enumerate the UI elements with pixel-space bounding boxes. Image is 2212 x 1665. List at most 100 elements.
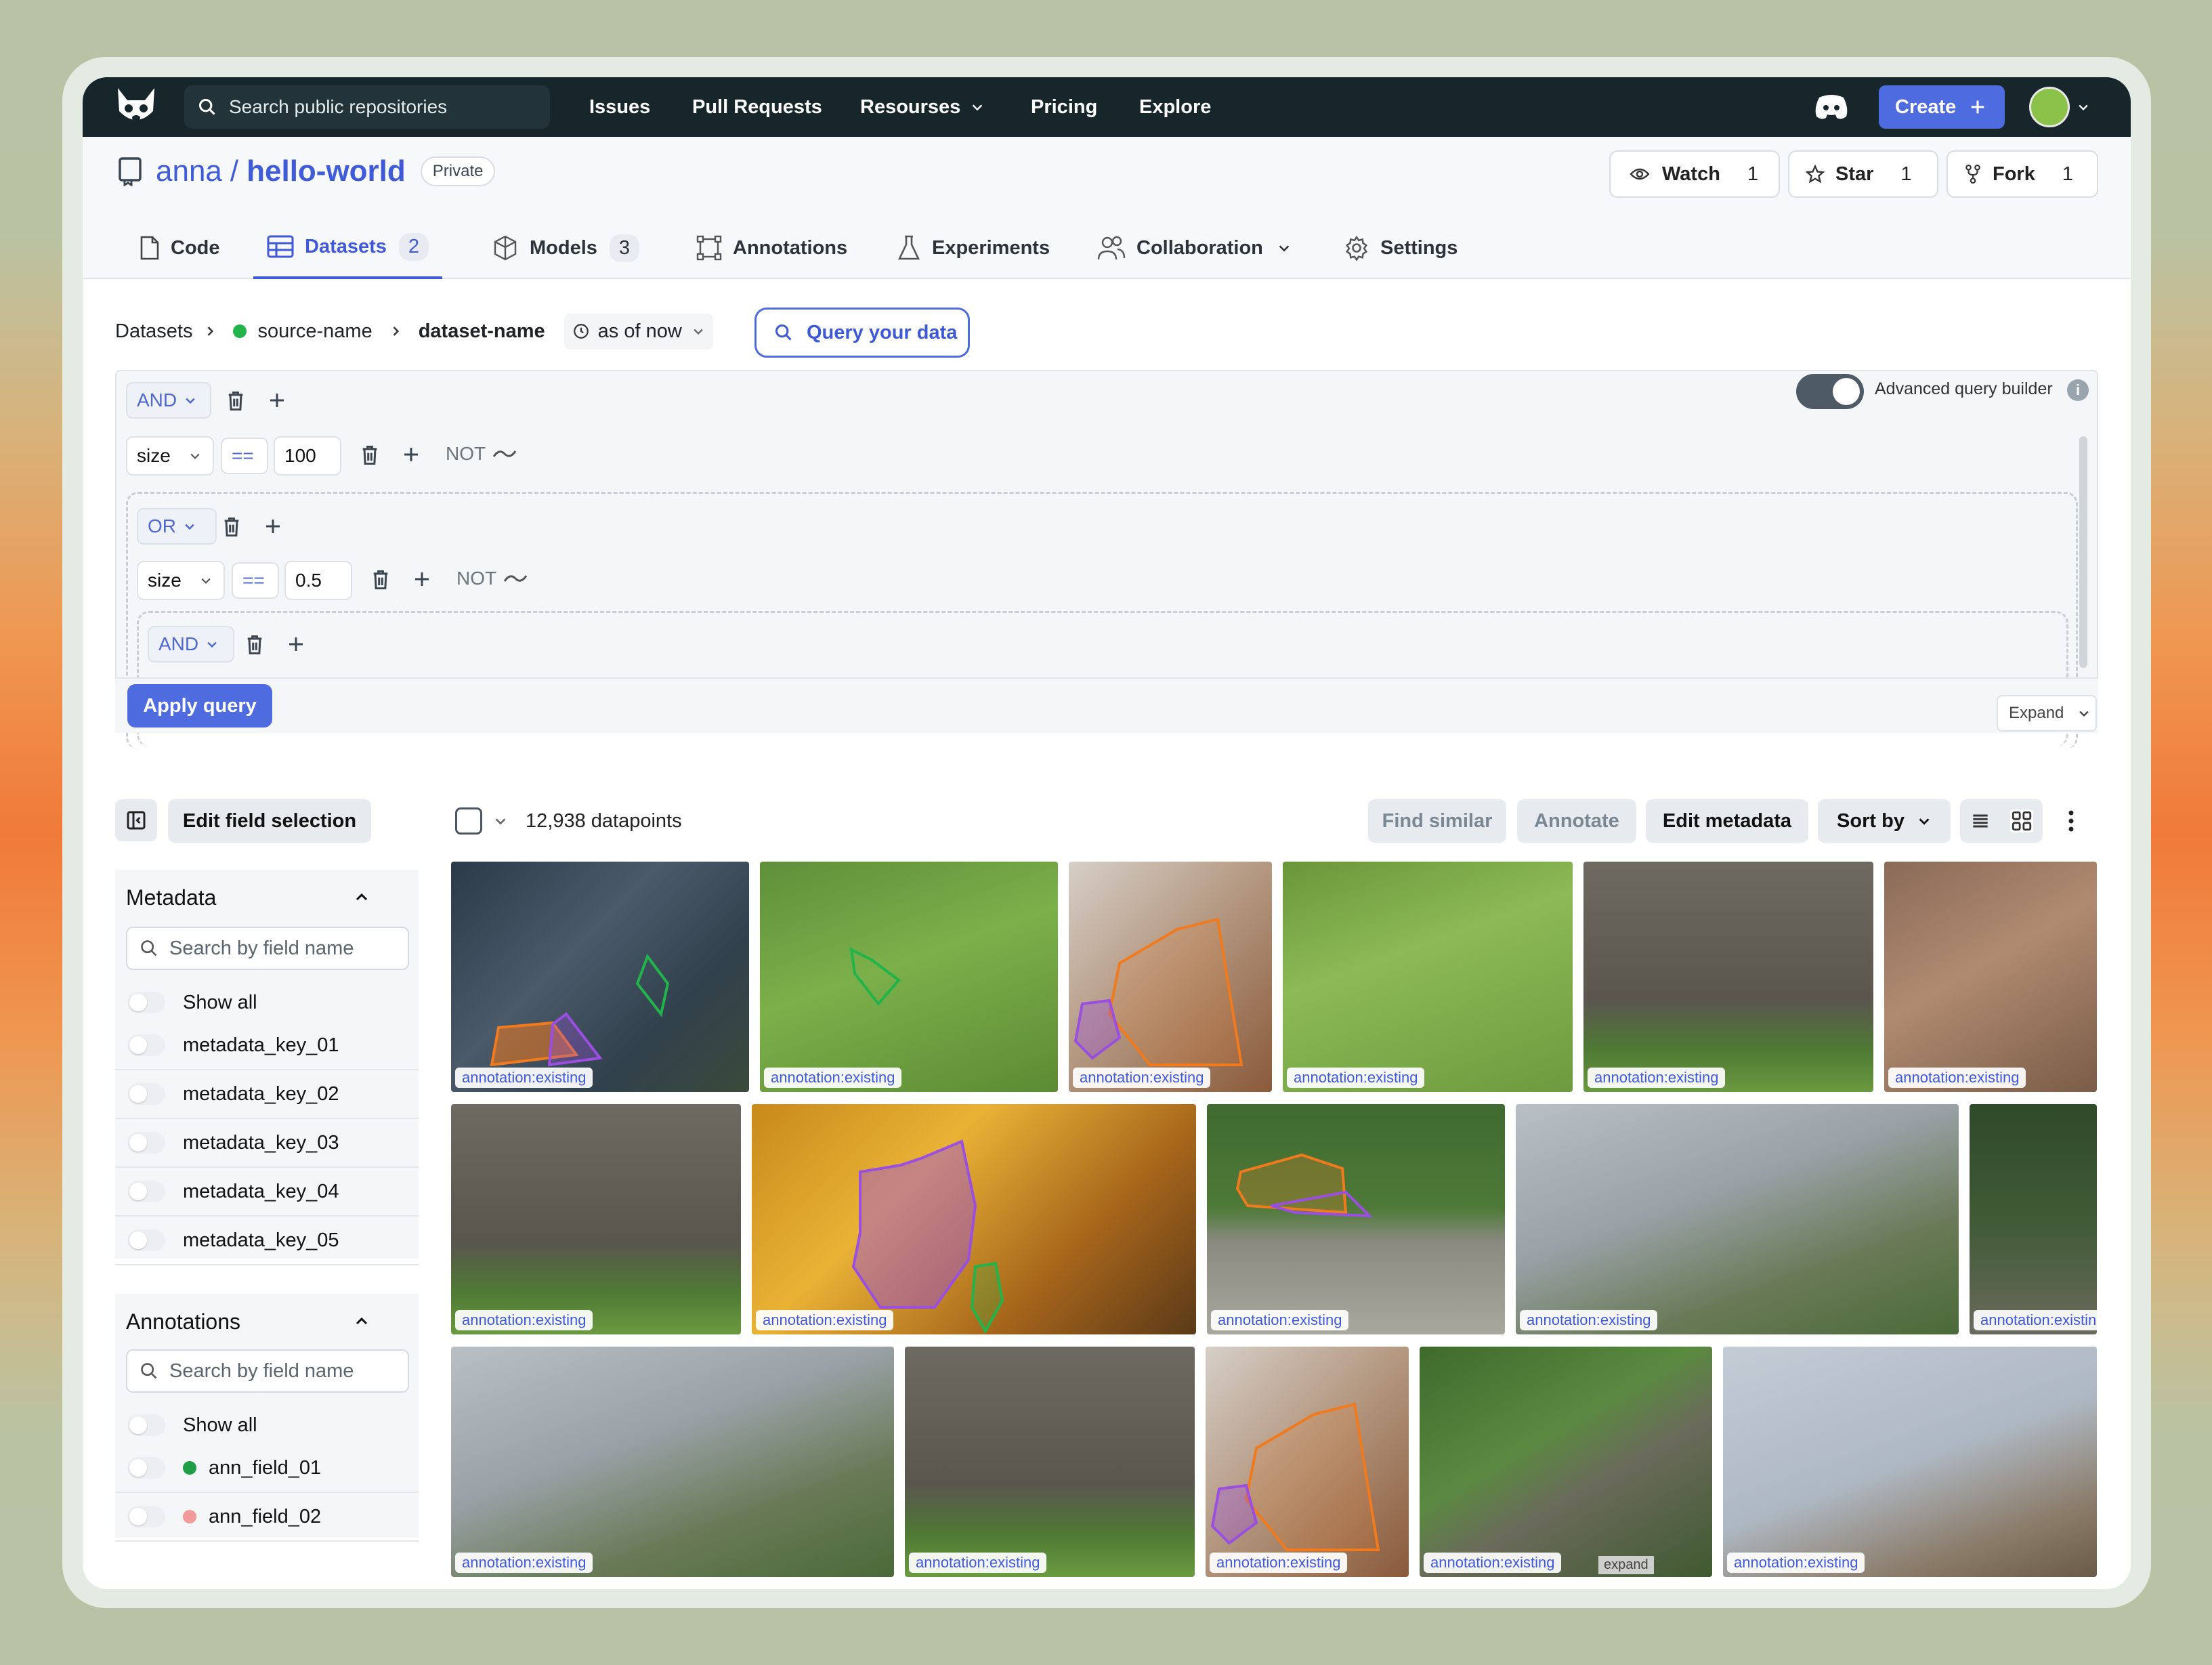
trash-icon[interactable] [245,634,264,656]
user-avatar[interactable] [2029,87,2070,127]
plus-icon[interactable] [286,634,306,654]
query-scrollbar[interactable] [2079,436,2087,668]
not-toggle[interactable]: NOT [456,568,528,589]
operator-select[interactable]: == [232,562,279,599]
plus-icon[interactable] [263,516,283,536]
edit-field-selection-button[interactable]: Edit field selection [168,799,371,843]
image-tile[interactable]: annotation:existing [752,1104,1196,1334]
annotations-show-all[interactable]: Show all [115,1401,419,1450]
value-input[interactable]: 0.5 [284,561,352,600]
nav-pull-requests[interactable]: Pull Requests [692,77,822,137]
plus-icon[interactable] [267,390,287,410]
breadcrumb-dataset[interactable]: dataset-name [419,320,545,343]
annotations-search-input[interactable]: Search by field name [126,1349,409,1393]
chevron-down-icon[interactable] [2077,100,2090,114]
annotation-field-row[interactable]: ann_field_02 [115,1493,419,1542]
toggle-switch[interactable] [127,1034,165,1056]
sort-by-button[interactable]: Sort by [1818,799,1951,843]
image-tile[interactable]: annotation:existing [1207,1104,1505,1334]
edit-metadata-button[interactable]: Edit metadata [1646,799,1808,843]
image-tile[interactable]: annotation:existing [905,1347,1195,1577]
global-search-input[interactable]: Search public repositories [184,85,550,129]
group-op-dropdown[interactable]: OR [137,508,217,545]
plus-icon[interactable] [412,569,432,589]
inner-op-dropdown[interactable]: AND [148,626,234,662]
annotations-section-header[interactable]: Annotations [126,1298,370,1345]
tab-experiments[interactable]: Experiments [897,217,1050,279]
image-tile[interactable]: annotation:existing [1884,862,2097,1092]
not-toggle[interactable]: NOT [446,443,517,465]
plus-icon[interactable] [401,444,421,465]
logo-icon[interactable] [112,84,160,130]
metadata-section-header[interactable]: Metadata [126,874,370,921]
list-view-icon[interactable] [1970,810,1991,832]
trash-icon[interactable] [371,569,390,591]
metadata-field-row[interactable]: metadata_key_02 [115,1070,419,1119]
find-similar-button[interactable]: Find similar [1368,799,1506,843]
repo-name-link[interactable]: hello-world [247,154,406,188]
breadcrumb-source[interactable]: source-name [257,320,372,343]
info-icon[interactable]: i [2067,379,2089,401]
expand-hint[interactable]: expand [1598,1556,1654,1574]
value-input[interactable]: 100 [274,436,341,476]
create-button[interactable]: Create [1879,85,2005,129]
field-select[interactable]: size [137,561,225,600]
repo-owner-link[interactable]: anna [156,154,222,188]
nav-explore[interactable]: Explore [1139,77,1211,137]
more-options-icon[interactable] [2067,809,2075,833]
image-tile[interactable]: annotation:existing [760,862,1058,1092]
image-tile[interactable]: annotation:existing [1583,862,1873,1092]
tab-code[interactable]: Code [140,217,220,279]
metadata-field-row[interactable]: metadata_key_05 [115,1217,419,1265]
image-tile[interactable]: annotation:existing [1516,1104,1959,1334]
image-tile[interactable]: annotation:existing [1723,1347,2097,1577]
image-tile[interactable]: annotation:existing [451,1347,894,1577]
nav-resources[interactable]: Resourses [860,77,985,137]
annotate-button[interactable]: Annotate [1517,799,1636,843]
trash-icon[interactable] [222,516,241,538]
toggle-switch[interactable] [127,992,165,1013]
fork-button[interactable]: Fork 1 [1947,150,2098,198]
chevron-down-icon[interactable] [493,814,508,828]
advanced-query-toggle[interactable] [1796,374,1864,409]
toggle-switch[interactable] [127,1181,165,1202]
tab-datasets[interactable]: Datasets 2 [253,217,443,279]
metadata-show-all[interactable]: Show all [115,978,419,1027]
expand-button[interactable]: Expand [1997,695,2097,732]
breadcrumb-datasets[interactable]: Datasets [115,320,192,343]
image-tile[interactable]: annotation:existing [1206,1347,1409,1577]
nav-issues[interactable]: Issues [589,77,650,137]
operator-select[interactable]: == [221,438,268,474]
annotation-field-row[interactable]: ann_field_01 [115,1444,419,1493]
star-button[interactable]: Star 1 [1788,150,1938,198]
tab-settings[interactable]: Settings [1344,217,1458,279]
sidebar-toggle-button[interactable] [115,799,157,841]
image-tile[interactable]: annotation:existing [1069,862,1272,1092]
trash-icon[interactable] [360,444,379,466]
toggle-switch[interactable] [127,1414,165,1436]
image-tile[interactable]: annotation:existing expand [1420,1347,1712,1577]
toggle-switch[interactable] [127,1457,165,1479]
toggle-switch[interactable] [127,1132,165,1154]
image-tile[interactable]: annotation:existing [451,1104,741,1334]
logic-op-dropdown[interactable]: AND [126,382,211,419]
nav-pricing[interactable]: Pricing [1031,77,1097,137]
metadata-search-input[interactable]: Search by field name [126,927,409,970]
grid-view-icon[interactable] [2010,809,2033,832]
field-select[interactable]: size [126,436,214,476]
image-tile[interactable]: annotation:existing [1970,1104,2097,1334]
tab-collaboration[interactable]: Collaboration [1097,217,1302,279]
toggle-switch[interactable] [127,1506,165,1527]
query-your-data-button[interactable]: Query your data [754,308,970,358]
apply-query-button[interactable]: Apply query [127,684,272,728]
image-tile[interactable]: annotation:existing [451,862,749,1092]
toggle-switch[interactable] [127,1083,165,1105]
watch-button[interactable]: Watch 1 [1609,150,1780,198]
select-all-checkbox[interactable] [455,807,482,835]
image-tile[interactable]: annotation:existing [1283,862,1573,1092]
trash-icon[interactable] [226,390,245,412]
toggle-switch[interactable] [127,1229,165,1251]
version-selector[interactable]: as of now [563,313,713,350]
tab-annotations[interactable]: Annotations [696,217,847,279]
metadata-field-row[interactable]: metadata_key_01 [115,1021,419,1070]
